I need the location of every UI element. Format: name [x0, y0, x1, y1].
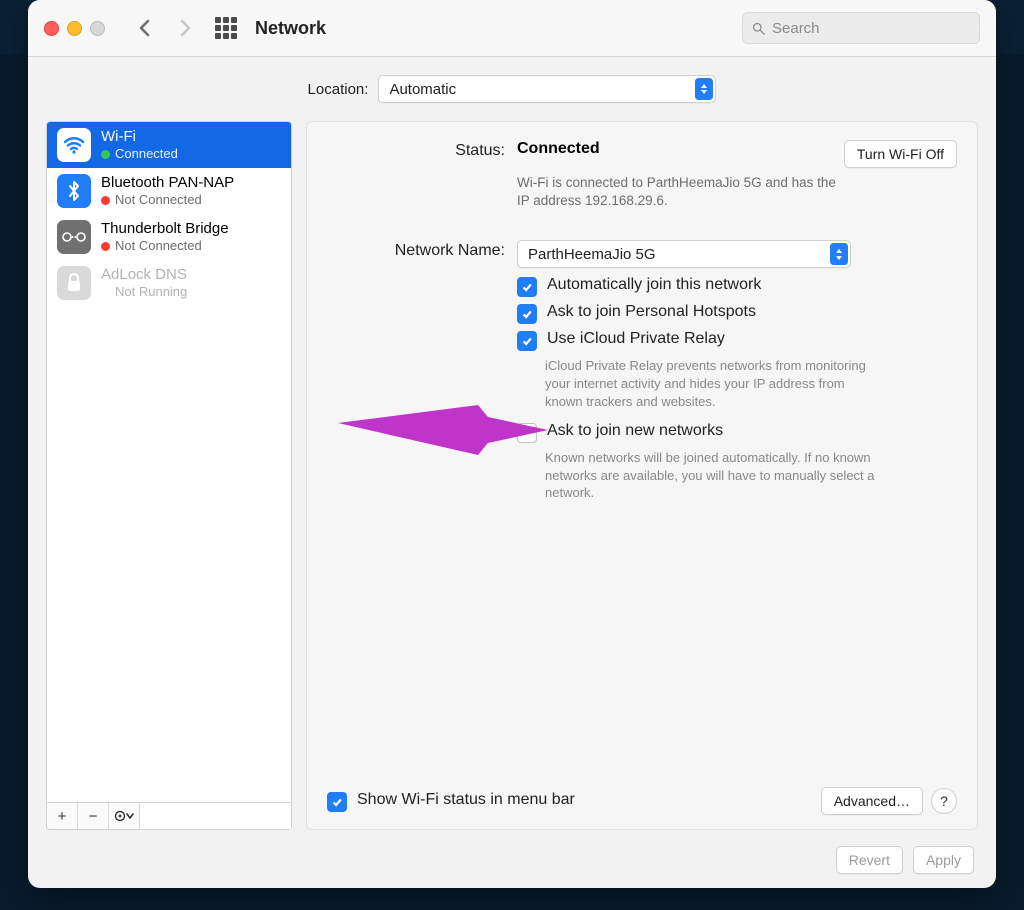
ask-hotspots-label: Ask to join Personal Hotspots — [547, 303, 756, 321]
sidebar-item-status: Not Running — [115, 285, 187, 300]
wifi-icon — [57, 128, 91, 162]
status-dot-icon — [101, 196, 110, 205]
show-wifi-menubar-checkbox[interactable] — [327, 792, 347, 812]
sidebar-item-thunderbolt[interactable]: Thunderbolt Bridge Not Connected — [47, 214, 291, 260]
sidebar-item-label: Bluetooth PAN-NAP — [101, 174, 234, 191]
network-name-dropdown[interactable]: ParthHeemaJio 5G — [517, 240, 851, 268]
toolbar-spacer — [140, 803, 291, 829]
private-relay-checkbox[interactable] — [517, 331, 537, 351]
dropdown-stepper-icon — [830, 243, 848, 265]
dropdown-stepper-icon — [695, 78, 713, 100]
ask-hotspots-checkbox[interactable] — [517, 304, 537, 324]
status-label: Status: — [327, 140, 505, 210]
sidebar-item-status: Not Connected — [115, 193, 202, 208]
add-interface-button[interactable]: + — [47, 803, 78, 829]
show-all-prefs-icon[interactable] — [215, 17, 237, 39]
location-label: Location: — [308, 81, 369, 98]
ask-new-networks-description: Known networks will be joined automatica… — [545, 449, 877, 502]
lock-icon — [57, 266, 91, 300]
status-dot-icon — [101, 242, 110, 251]
location-row: Location: Automatic — [28, 57, 996, 121]
minimize-window-button[interactable] — [67, 21, 82, 36]
network-name-label: Network Name: — [327, 240, 505, 268]
location-dropdown[interactable]: Automatic — [378, 75, 716, 103]
interface-actions-button[interactable] — [109, 803, 140, 829]
sidebar-item-label: Thunderbolt Bridge — [101, 220, 229, 237]
content: Location: Automatic Wi-Fi Connected — [28, 57, 996, 888]
location-value: Automatic — [389, 81, 456, 98]
private-relay-label: Use iCloud Private Relay — [547, 330, 725, 348]
window-title: Network — [255, 18, 326, 39]
sidebar-item-label: Wi-Fi — [101, 128, 178, 145]
titlebar: Network Search — [28, 0, 996, 57]
revert-button[interactable]: Revert — [836, 846, 903, 874]
search-placeholder: Search — [772, 20, 820, 37]
show-wifi-menubar-label: Show Wi-Fi status in menu bar — [357, 791, 575, 809]
search-field[interactable]: Search — [742, 12, 980, 44]
zoom-window-button[interactable] — [90, 21, 105, 36]
turn-wifi-off-button[interactable]: Turn Wi-Fi Off — [844, 140, 957, 168]
status-dot-icon — [101, 150, 110, 159]
interfaces-list[interactable]: Wi-Fi Connected Bluetooth PAN-NAP Not Co… — [46, 121, 292, 803]
private-relay-description: iCloud Private Relay prevents networks f… — [545, 357, 877, 410]
sidebar-item-bluetooth-pan[interactable]: Bluetooth PAN-NAP Not Connected — [47, 168, 291, 214]
auto-join-checkbox[interactable] — [517, 277, 537, 297]
network-name-value: ParthHeemaJio 5G — [528, 246, 656, 263]
interfaces-sidebar: Wi-Fi Connected Bluetooth PAN-NAP Not Co… — [46, 121, 292, 830]
advanced-button[interactable]: Advanced… — [821, 787, 923, 815]
traffic-lights — [44, 21, 105, 36]
forward-button[interactable] — [173, 16, 197, 40]
sidebar-item-status: Connected — [115, 147, 178, 162]
close-window-button[interactable] — [44, 21, 59, 36]
ask-new-networks-label: Ask to join new networks — [547, 422, 723, 440]
sidebar-toolbar: + − — [46, 803, 292, 830]
footer-buttons: Revert Apply — [836, 846, 974, 874]
ask-new-networks-checkbox[interactable] — [517, 423, 537, 443]
sidebar-item-wifi[interactable]: Wi-Fi Connected — [47, 122, 291, 168]
bluetooth-icon — [57, 174, 91, 208]
sidebar-item-adlock[interactable]: AdLock DNS Not Running — [47, 260, 291, 306]
sidebar-item-label: AdLock DNS — [101, 266, 187, 283]
status-value: Connected — [517, 140, 600, 158]
thunderbolt-icon — [57, 220, 91, 254]
status-description: Wi-Fi is connected to ParthHeemaJio 5G a… — [517, 174, 847, 210]
search-icon — [751, 21, 766, 36]
remove-interface-button[interactable]: − — [78, 803, 109, 829]
details-panel: Status: Connected Turn Wi-Fi Off Wi-Fi i… — [306, 121, 978, 830]
network-prefs-window: Network Search Location: Automatic — [28, 0, 996, 888]
back-button[interactable] — [133, 16, 157, 40]
apply-button[interactable]: Apply — [913, 846, 974, 874]
help-button[interactable]: ? — [931, 788, 957, 814]
sidebar-item-status: Not Connected — [115, 239, 202, 254]
auto-join-label: Automatically join this network — [547, 276, 761, 294]
